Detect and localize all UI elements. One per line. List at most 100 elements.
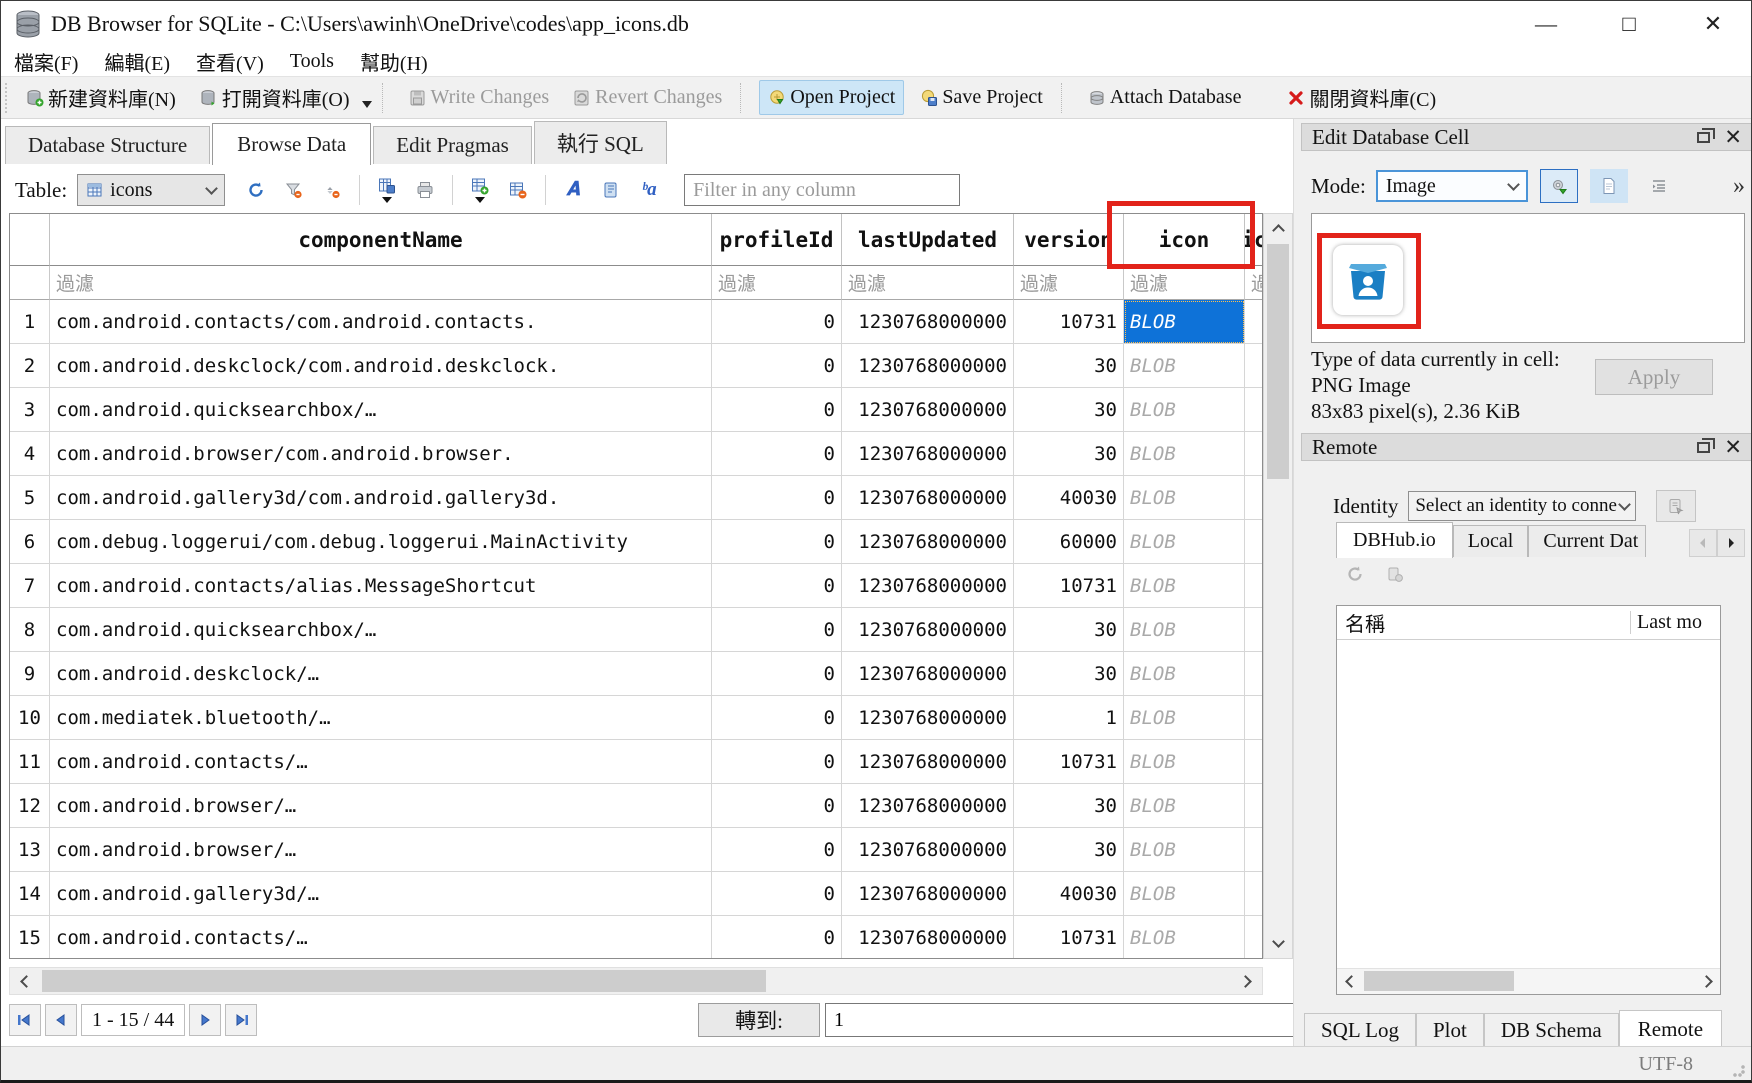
cell-profileId[interactable]: 0	[712, 608, 842, 652]
menu-tools[interactable]: Tools	[277, 50, 347, 73]
cell-icon-blob[interactable]: BLOB	[1124, 916, 1245, 959]
tab-execute-sql[interactable]: 執行 SQL	[534, 121, 667, 164]
cell-lastUpdated[interactable]: 1230768000000	[842, 388, 1014, 432]
cell-componentName[interactable]: com.android.contacts/com.android.contact…	[50, 300, 712, 344]
filter-input-profileId[interactable]: 過濾	[712, 266, 842, 300]
cell-lastUpdated[interactable]: 1230768000000	[842, 520, 1014, 564]
text-view-button[interactable]	[1590, 169, 1628, 203]
cell-profileId[interactable]: 0	[712, 696, 842, 740]
scroll-right-icon[interactable]	[1235, 968, 1261, 994]
menu-file[interactable]: 檔案(F)	[1, 47, 91, 76]
cell-icon-blob[interactable]: BLOB	[1124, 828, 1245, 872]
scroll-down-icon[interactable]	[1265, 931, 1291, 957]
tab-database-structure[interactable]: Database Structure	[5, 126, 210, 164]
print-button[interactable]	[412, 175, 438, 205]
vertical-scroll-thumb[interactable]	[1267, 244, 1289, 479]
cell-icon-blob[interactable]: BLOB	[1124, 608, 1245, 652]
row-number[interactable]: 5	[10, 476, 50, 520]
cell-profileId[interactable]: 0	[712, 432, 842, 476]
cell-lastUpdated[interactable]: 1230768000000	[842, 476, 1014, 520]
cell-profileId[interactable]: 0	[712, 520, 842, 564]
cell-lastUpdated[interactable]: 1230768000000	[842, 344, 1014, 388]
filter-input-version[interactable]: 過濾	[1014, 266, 1124, 300]
tab-scroll-left-icon[interactable]	[1689, 529, 1717, 557]
cell-componentName[interactable]: com.android.contacts/…	[50, 740, 712, 784]
row-number[interactable]: 11	[10, 740, 50, 784]
cell-profileId[interactable]: 0	[712, 828, 842, 872]
cell-lastUpdated[interactable]: 1230768000000	[842, 432, 1014, 476]
cell-version[interactable]: 10731	[1014, 916, 1124, 959]
clear-sorting-button[interactable]	[319, 175, 345, 205]
new-database-button[interactable]: 新建資料庫(N)	[18, 78, 184, 117]
cell-profileId[interactable]: 0	[712, 344, 842, 388]
cell-componentName[interactable]: com.android.quicksearchbox/…	[50, 388, 712, 432]
tab-current-database[interactable]: Current Dat	[1528, 525, 1646, 557]
cell-lastUpdated[interactable]: 1230768000000	[842, 564, 1014, 608]
cell-componentName[interactable]: com.android.browser/…	[50, 828, 712, 872]
cell-componentName[interactable]: com.android.browser/…	[50, 784, 712, 828]
table-row[interactable]: 14com.android.gallery3d/…012307680000004…	[10, 872, 1262, 916]
close-dock-icon[interactable]: ✕	[1724, 127, 1742, 148]
cell-icon-blob[interactable]: BLOB	[1124, 696, 1245, 740]
table-row[interactable]: 4com.android.browser/com.android.browser…	[10, 432, 1262, 476]
tab-dbhub[interactable]: DBHub.io	[1336, 522, 1453, 558]
cell-componentName[interactable]: com.android.deskclock/com.android.deskcl…	[50, 344, 712, 388]
filter-input-componentName[interactable]: 過濾	[50, 266, 712, 300]
close-dock-icon[interactable]: ✕	[1724, 437, 1742, 458]
cell-lastUpdated[interactable]: 1230768000000	[842, 784, 1014, 828]
cell-lastUpdated[interactable]: 1230768000000	[842, 696, 1014, 740]
cell-profileId[interactable]: 0	[712, 872, 842, 916]
word-wrap-button[interactable]	[598, 175, 624, 205]
grid-vertical-scrollbar[interactable]	[1263, 213, 1293, 959]
insert-record-dropdown-icon[interactable]	[475, 197, 485, 203]
cell-lastUpdated[interactable]: 1230768000000	[842, 872, 1014, 916]
row-number[interactable]: 3	[10, 388, 50, 432]
remote-clone-database-icon[interactable]	[1386, 565, 1404, 583]
row-number[interactable]: 13	[10, 828, 50, 872]
cell-icon-blob[interactable]: BLOB	[1124, 520, 1245, 564]
row-number[interactable]: 2	[10, 344, 50, 388]
row-number[interactable]: 14	[10, 872, 50, 916]
goto-button[interactable]: 轉到:	[698, 1003, 820, 1037]
column-header-componentName[interactable]: componentName	[50, 214, 712, 266]
apply-button[interactable]: Apply	[1595, 359, 1713, 395]
open-database-button[interactable]: 打開資料庫(O)	[192, 78, 358, 117]
menu-view[interactable]: 查看(V)	[183, 47, 277, 76]
cell-profileId[interactable]: 0	[712, 652, 842, 696]
cell-icon-blob[interactable]: BLOB	[1124, 652, 1245, 696]
cell-profileId[interactable]: 0	[712, 740, 842, 784]
row-number[interactable]: 7	[10, 564, 50, 608]
tab-db-schema[interactable]: DB Schema	[1484, 1013, 1619, 1047]
cell-lastUpdated[interactable]: 1230768000000	[842, 652, 1014, 696]
cell-profileId[interactable]: 0	[712, 784, 842, 828]
cell-version[interactable]: 10731	[1014, 300, 1124, 344]
save-table-dropdown-icon[interactable]	[382, 197, 392, 203]
cell-version[interactable]: 10731	[1014, 740, 1124, 784]
cell-componentName[interactable]: com.android.quicksearchbox/…	[50, 608, 712, 652]
row-number[interactable]: 4	[10, 432, 50, 476]
cell-icon-blob[interactable]: BLOB	[1124, 872, 1245, 916]
open-database-dropdown-icon[interactable]	[362, 101, 372, 108]
table-row[interactable]: 9com.android.deskclock/…0123076800000030…	[10, 652, 1262, 696]
table-row[interactable]: 7com.android.contacts/alias.MessageShort…	[10, 564, 1262, 608]
scroll-left-icon[interactable]	[11, 968, 37, 994]
save-project-button[interactable]: Save Project	[912, 81, 1051, 114]
cell-lastUpdated[interactable]: 1230768000000	[842, 916, 1014, 959]
write-changes-button[interactable]: Write Changes	[401, 81, 558, 114]
font-button[interactable]: 𝐀	[560, 175, 586, 205]
table-row[interactable]: 2com.android.deskclock/com.android.deskc…	[10, 344, 1262, 388]
table-row[interactable]: 11com.android.contacts/…0123076800000010…	[10, 740, 1262, 784]
tab-edit-pragmas[interactable]: Edit Pragmas	[373, 126, 532, 164]
cell-icon-blob[interactable]: BLOB	[1124, 432, 1245, 476]
more-tools-icon[interactable]: »	[1733, 173, 1745, 200]
row-number[interactable]: 15	[10, 916, 50, 959]
cell-version[interactable]: 30	[1014, 828, 1124, 872]
last-page-button[interactable]	[225, 1004, 257, 1036]
tab-plot[interactable]: Plot	[1416, 1013, 1484, 1047]
close-button[interactable]: ✕	[1696, 9, 1730, 39]
import-export-button[interactable]	[1540, 169, 1578, 203]
filter-input-icon[interactable]: 過濾	[1124, 266, 1245, 300]
first-page-button[interactable]	[9, 1004, 41, 1036]
column-header-ic[interactable]: ic	[1245, 214, 1263, 266]
cell-icon-blob[interactable]: BLOB	[1124, 784, 1245, 828]
